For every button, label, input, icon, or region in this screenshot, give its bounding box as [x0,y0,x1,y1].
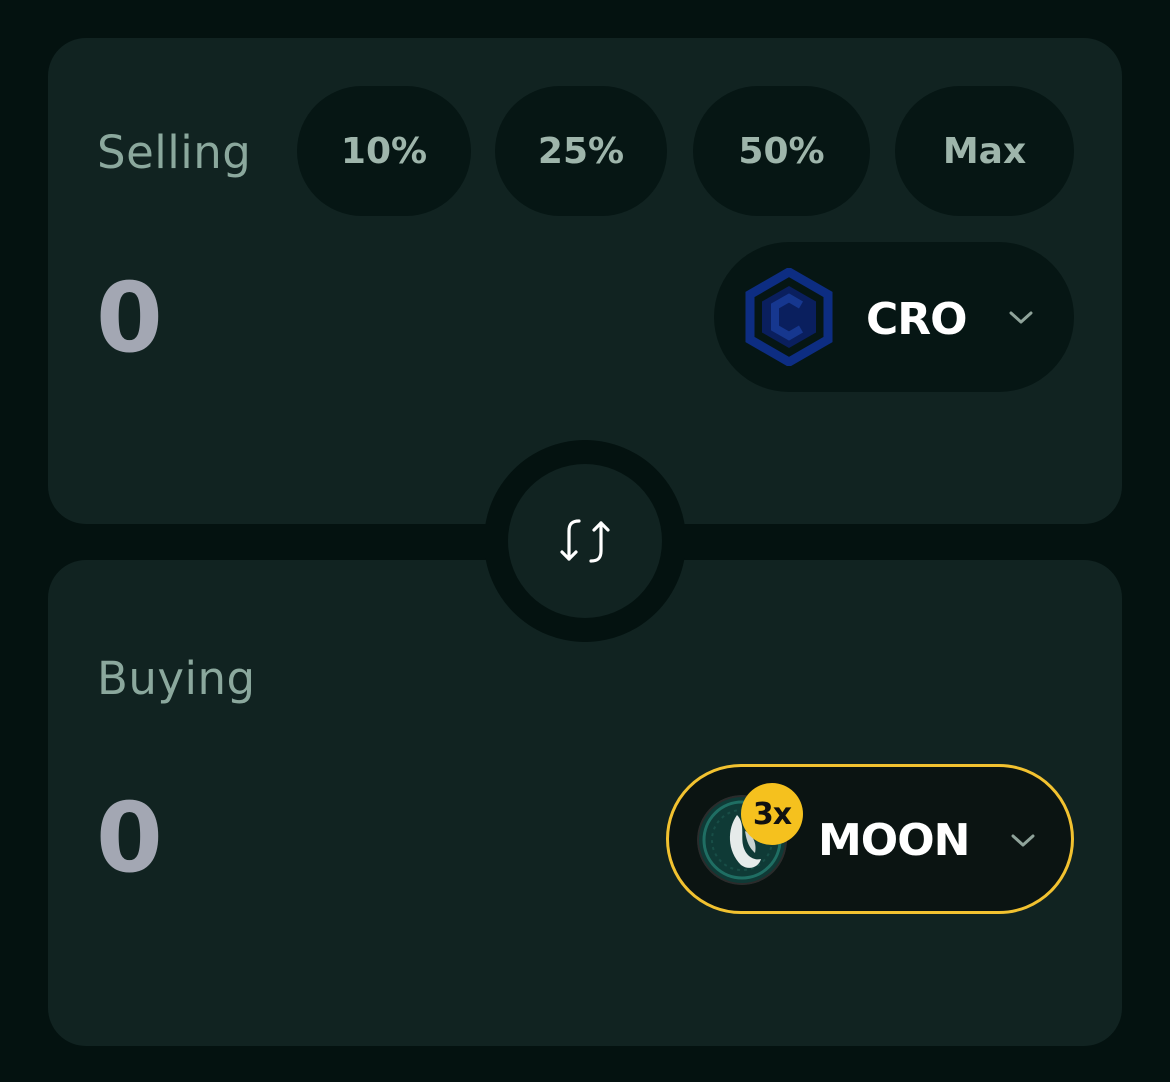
percent-50-button[interactable]: 50% [693,86,870,216]
swap-direction-button[interactable] [508,464,662,618]
chevron-down-icon [1009,311,1033,324]
sell-token-symbol: CRO [866,294,968,345]
percent-10-button[interactable]: 10% [297,86,471,216]
selling-label: Selling [97,126,252,179]
buy-token-symbol: MOON [818,815,970,866]
sell-amount-input[interactable]: 0 [96,270,163,366]
buy-amount-output[interactable]: 0 [96,790,163,886]
cro-logo-icon [745,268,833,366]
chevron-down-icon [1011,834,1035,847]
multiplier-badge: 3x [741,783,803,845]
swap-arrows-icon [560,519,610,563]
buy-token-selector[interactable]: 3x MOON [666,764,1074,914]
sell-token-selector[interactable]: CRO [714,242,1074,392]
swap-widget: Selling 10% 25% 50% Max 0 CRO Buying 0 3… [0,0,1170,1082]
buying-label: Buying [97,652,256,705]
percent-25-button[interactable]: 25% [495,86,667,216]
max-button[interactable]: Max [895,86,1074,216]
